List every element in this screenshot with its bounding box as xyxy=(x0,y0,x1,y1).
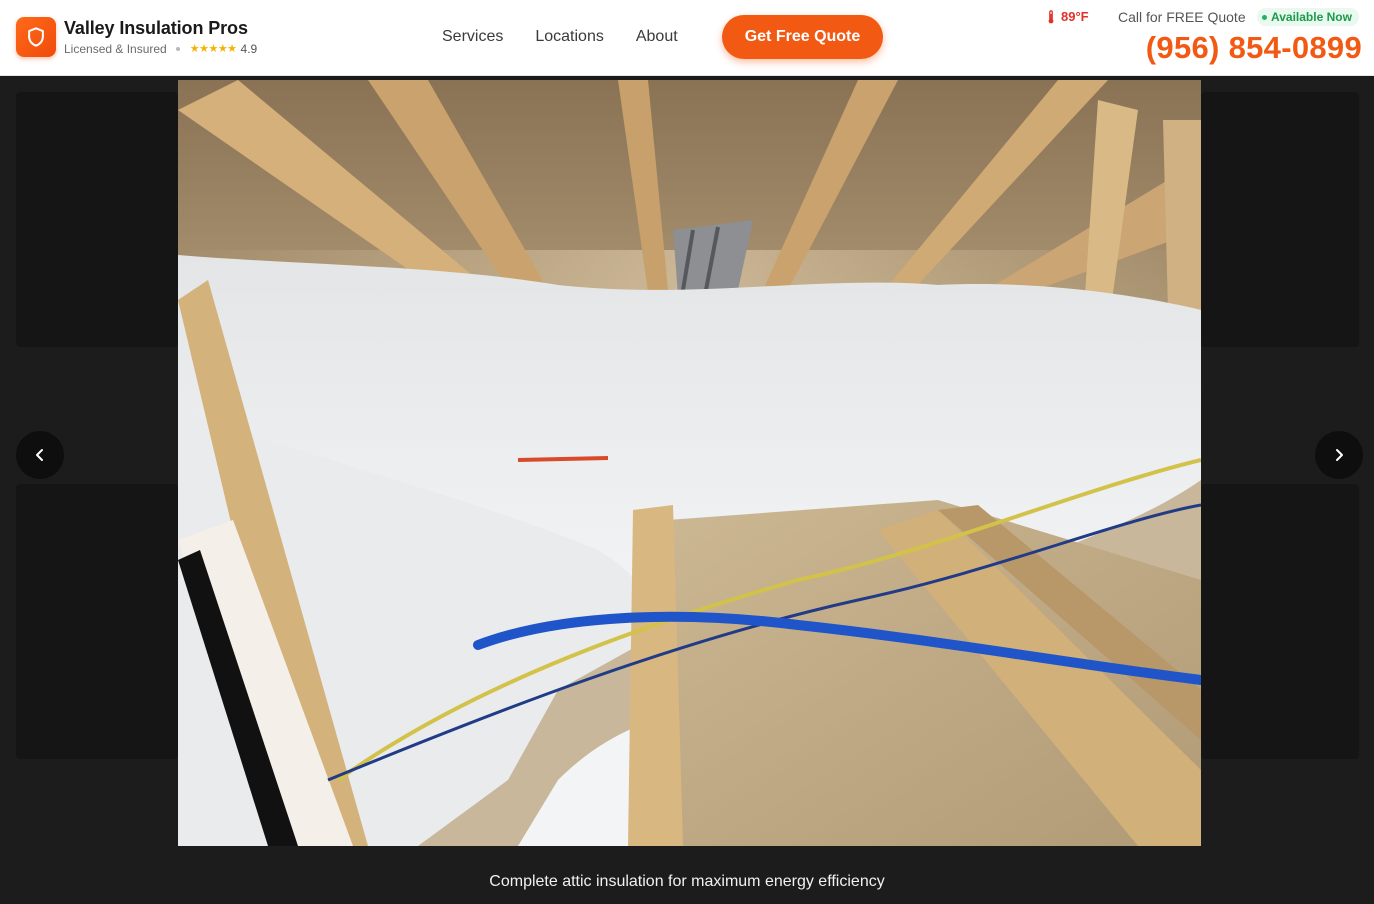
nav-locations[interactable]: Locations xyxy=(535,27,604,47)
rating-value: 4.9 xyxy=(240,42,258,56)
call-label: Call for FREE Quote xyxy=(1118,9,1246,25)
separator-dot xyxy=(175,47,180,51)
photo-gallery: Complete attic insulation for maximum en… xyxy=(0,76,1374,904)
status-dot xyxy=(1262,14,1267,20)
chevron-right-icon xyxy=(1336,449,1343,461)
attic-insulation-photo xyxy=(178,80,1201,846)
background-card xyxy=(16,92,178,347)
brand[interactable]: Valley Insulation Pros Licensed & Insure… xyxy=(16,17,257,57)
gallery-photo xyxy=(178,80,1201,846)
brand-name: Valley Insulation Pros xyxy=(64,18,248,38)
thermometer-icon xyxy=(1048,9,1054,23)
nav-about[interactable]: About xyxy=(636,27,678,47)
background-card xyxy=(1201,92,1359,347)
next-photo-button[interactable] xyxy=(1315,431,1363,479)
temperature-readout: 89°F xyxy=(1047,9,1089,24)
previous-photo-button[interactable] xyxy=(16,431,64,479)
logo[interactable] xyxy=(16,17,56,57)
star-rating-icon: ★★★★★ xyxy=(189,43,237,55)
photo-caption: Complete attic insulation for maximum en… xyxy=(489,873,885,890)
chevron-left-icon xyxy=(36,449,43,461)
background-card xyxy=(1201,484,1359,759)
licensed-label: Licensed & Insured xyxy=(64,42,167,56)
nav-services[interactable]: Services xyxy=(442,27,503,47)
temperature-value: 89°F xyxy=(1061,9,1089,24)
get-free-quote-button[interactable]: Get Free Quote xyxy=(722,15,883,59)
brand-subline: Licensed & Insured ★★★★★ 4.9 xyxy=(64,41,257,57)
main-nav: Services Locations About xyxy=(442,27,710,47)
availability-text: Available Now xyxy=(1271,10,1352,24)
site-header: Valley Insulation Pros Licensed & Insure… xyxy=(0,0,1374,76)
background-card xyxy=(16,484,178,759)
availability-badge: Available Now xyxy=(1257,8,1359,26)
shield-icon xyxy=(28,27,44,47)
phone-number-link[interactable]: (956) 854-0899 xyxy=(1146,30,1362,66)
brand-text: Valley Insulation Pros Licensed & Insure… xyxy=(64,17,257,57)
